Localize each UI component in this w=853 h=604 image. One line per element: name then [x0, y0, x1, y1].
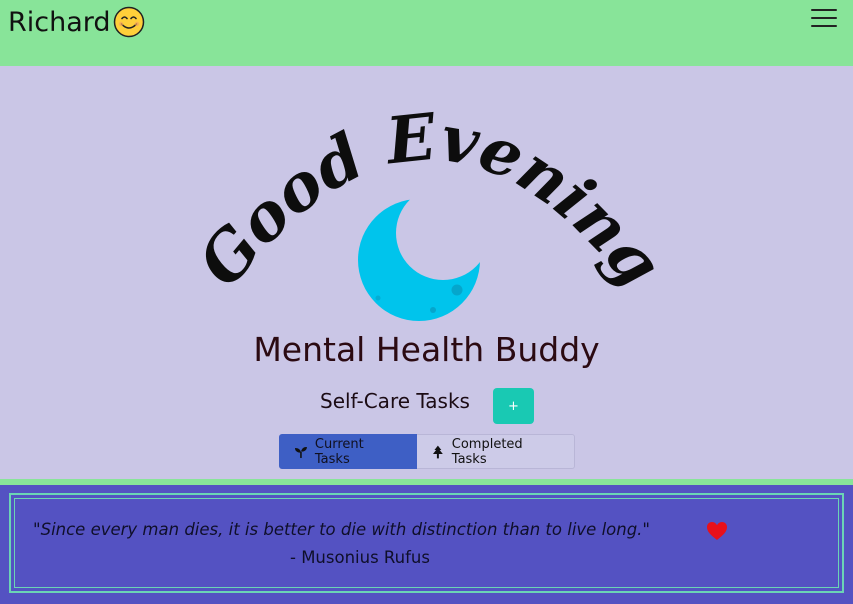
tasks-heading: Self-Care Tasks	[320, 389, 470, 413]
username: Richard	[8, 6, 111, 38]
tab-current-tasks-label: Current Tasks	[314, 436, 364, 467]
crescent-moon-icon	[358, 199, 480, 321]
quote-text: "Since every man dies, it is better to d…	[33, 520, 651, 539]
top-bar: Richard	[0, 0, 853, 66]
hamburger-icon[interactable]	[811, 7, 837, 29]
quote-frame-inner	[14, 498, 839, 588]
heart-icon[interactable]	[706, 521, 728, 541]
user-greeting: Richard	[8, 4, 145, 40]
tab-current-tasks[interactable]: Current Tasks	[279, 434, 417, 469]
tree-icon	[432, 445, 443, 458]
app-title: Mental Health Buddy	[253, 330, 600, 369]
tab-completed-tasks-label: Completed Tasks	[451, 436, 523, 467]
task-tabs: Current Tasks Completed Tasks	[279, 434, 575, 471]
greeting-banner: Good Evening	[200, 99, 660, 321]
add-task-button[interactable]: +	[493, 388, 534, 424]
smiley-face-icon	[113, 6, 144, 38]
quote-author: - Musonius Rufus	[290, 548, 430, 567]
tab-completed-tasks[interactable]: Completed Tasks	[417, 434, 575, 469]
seedling-icon	[294, 446, 307, 458]
